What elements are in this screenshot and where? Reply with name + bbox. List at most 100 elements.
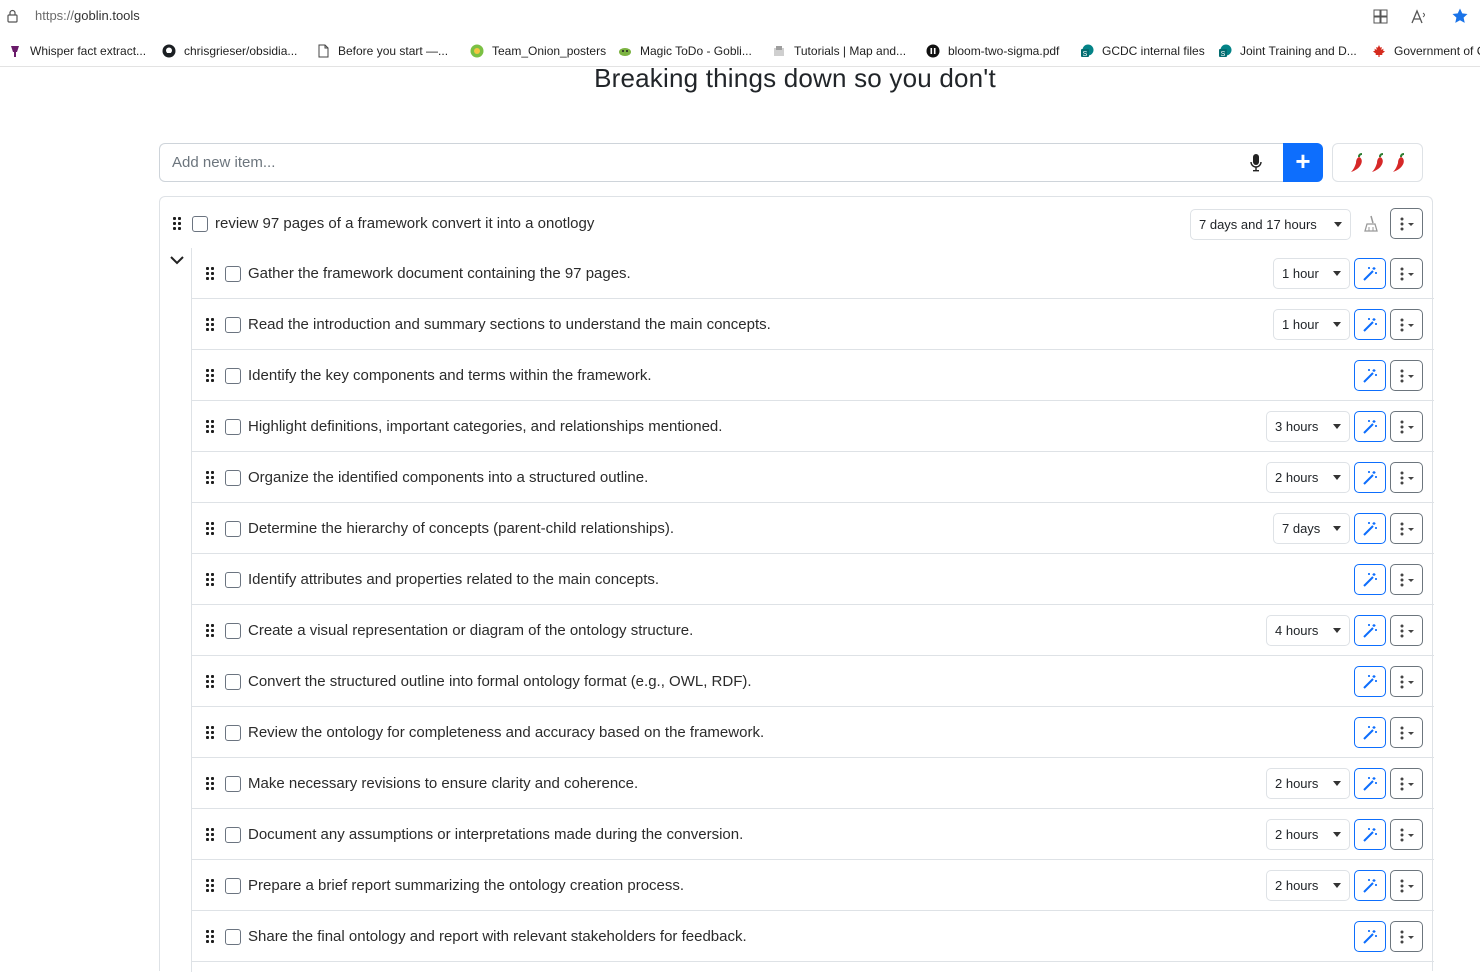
microphone-icon[interactable] (1249, 153, 1263, 173)
bookmark-magic-todo[interactable]: Magic ToDo - Gobli... (618, 42, 752, 60)
subtask-menu-button[interactable] (1390, 717, 1423, 748)
magic-breakdown-button[interactable] (1354, 462, 1386, 493)
favorite-star-icon[interactable] (1451, 7, 1469, 25)
duration-dropdown[interactable]: 1 hour (1273, 258, 1350, 289)
drag-handle-icon[interactable] (206, 675, 215, 688)
bookmark-gcdc[interactable]: S GCDC internal files (1080, 42, 1205, 60)
drag-handle-icon[interactable] (206, 777, 215, 790)
subtask-menu-button[interactable] (1390, 513, 1423, 544)
drag-handle-icon[interactable] (206, 726, 215, 739)
subtask-menu-button[interactable] (1390, 564, 1423, 595)
duration-dropdown[interactable]: 7 days and 17 hours (1190, 209, 1351, 240)
subtask-text[interactable]: Identify attributes and properties relat… (248, 571, 659, 588)
subtask-menu-button[interactable] (1390, 921, 1423, 952)
drag-handle-icon[interactable] (206, 471, 215, 484)
clean-icon[interactable] (1361, 214, 1381, 234)
duration-dropdown[interactable]: 2 hours (1266, 768, 1350, 799)
subtask-text[interactable]: Create a visual representation or diagra… (248, 622, 693, 639)
subtask-menu-button[interactable] (1390, 309, 1423, 340)
bookmark-whisper[interactable]: Whisper fact extract... (8, 42, 146, 60)
magic-breakdown-button[interactable] (1354, 921, 1386, 952)
subtask-text[interactable]: Document any assumptions or interpretati… (248, 826, 743, 843)
subtask-text[interactable]: Determine the hierarchy of concepts (par… (248, 520, 674, 537)
subtask-text[interactable]: Review the ontology for completeness and… (248, 724, 764, 741)
subtask-text[interactable]: Read the introduction and summary sectio… (248, 316, 771, 333)
drag-handle-icon[interactable] (206, 267, 215, 280)
subtask-text[interactable]: Share the final ontology and report with… (248, 928, 747, 945)
subtask-menu-button[interactable] (1390, 768, 1423, 799)
subtask-checkbox[interactable] (225, 827, 241, 843)
bookmark-team-onion[interactable]: Team_Onion_posters (470, 42, 606, 60)
magic-breakdown-button[interactable] (1354, 564, 1386, 595)
magic-breakdown-button[interactable] (1354, 666, 1386, 697)
subtask-menu-button[interactable] (1390, 870, 1423, 901)
subtask-text[interactable]: Identify the key components and terms wi… (248, 367, 652, 384)
spiciness-button[interactable] (1332, 143, 1423, 182)
subtask-menu-button[interactable] (1390, 462, 1423, 493)
bookmark-government[interactable]: Government of C (1372, 42, 1480, 60)
duration-dropdown[interactable]: 7 days (1273, 513, 1350, 544)
magic-breakdown-button[interactable] (1354, 360, 1386, 391)
magic-breakdown-button[interactable] (1354, 411, 1386, 442)
add-item-input[interactable] (159, 143, 1283, 182)
bookmark-bloom-pdf[interactable]: bloom-two-sigma.pdf (926, 42, 1059, 60)
subtask-checkbox[interactable] (225, 368, 241, 384)
drag-handle-icon[interactable] (206, 879, 215, 892)
drag-handle-icon[interactable] (206, 420, 215, 433)
task-menu-button[interactable] (1390, 208, 1423, 239)
drag-handle-icon[interactable] (206, 828, 215, 841)
magic-breakdown-button[interactable] (1354, 615, 1386, 646)
subtask-menu-button[interactable] (1390, 258, 1423, 289)
subtask-text[interactable]: Organize the identified components into … (248, 469, 648, 486)
subtask-checkbox[interactable] (225, 470, 241, 486)
magic-breakdown-button[interactable] (1354, 309, 1386, 340)
duration-dropdown[interactable]: 2 hours (1266, 870, 1350, 901)
bookmark-tutorials[interactable]: Tutorials | Map and... (772, 42, 906, 60)
subtask-menu-button[interactable] (1390, 666, 1423, 697)
subtask-menu-button[interactable] (1390, 360, 1423, 391)
magic-breakdown-button[interactable] (1354, 717, 1386, 748)
subtask-checkbox[interactable] (225, 725, 241, 741)
drag-handle-icon[interactable] (206, 930, 215, 943)
bookmark-joint-training[interactable]: S Joint Training and D... (1218, 42, 1357, 60)
bookmark-github[interactable]: chrisgrieser/obsidia... (162, 42, 297, 60)
task-checkbox[interactable] (192, 216, 208, 232)
subtask-checkbox[interactable] (225, 521, 241, 537)
subtask-checkbox[interactable] (225, 572, 241, 588)
task-text[interactable]: review 97 pages of a framework convert i… (215, 215, 594, 232)
drag-handle-icon[interactable] (173, 217, 182, 230)
subtask-checkbox[interactable] (225, 317, 241, 333)
magic-breakdown-button[interactable] (1354, 513, 1386, 544)
subtask-checkbox[interactable] (225, 266, 241, 282)
subtask-menu-button[interactable] (1390, 411, 1423, 442)
subtask-menu-button[interactable] (1390, 615, 1423, 646)
drag-handle-icon[interactable] (206, 624, 215, 637)
drag-handle-icon[interactable] (206, 573, 215, 586)
duration-dropdown[interactable]: 3 hours (1266, 411, 1350, 442)
drag-handle-icon[interactable] (206, 522, 215, 535)
subtask-checkbox[interactable] (225, 878, 241, 894)
subtask-checkbox[interactable] (225, 674, 241, 690)
subtask-text[interactable]: Highlight definitions, important categor… (248, 418, 722, 435)
duration-dropdown[interactable]: 4 hours (1266, 615, 1350, 646)
subtask-menu-button[interactable] (1390, 819, 1423, 850)
duration-dropdown[interactable]: 2 hours (1266, 462, 1350, 493)
chevron-down-icon[interactable] (169, 254, 185, 266)
url-text[interactable]: https://goblin.tools (35, 8, 140, 23)
subtask-checkbox[interactable] (225, 929, 241, 945)
subtask-text[interactable]: Prepare a brief report summarizing the o… (248, 877, 684, 894)
magic-breakdown-button[interactable] (1354, 819, 1386, 850)
subtask-text[interactable]: Gather the framework document containing… (248, 265, 631, 282)
subtask-text[interactable]: Make necessary revisions to ensure clari… (248, 775, 638, 792)
drag-handle-icon[interactable] (206, 369, 215, 382)
add-item-button[interactable]: + (1283, 143, 1323, 182)
drag-handle-icon[interactable] (206, 318, 215, 331)
magic-breakdown-button[interactable] (1354, 768, 1386, 799)
subtask-checkbox[interactable] (225, 419, 241, 435)
subtask-checkbox[interactable] (225, 776, 241, 792)
duration-dropdown[interactable]: 1 hour (1273, 309, 1350, 340)
magic-breakdown-button[interactable] (1354, 870, 1386, 901)
address-bar[interactable]: https://goblin.tools (0, 0, 1480, 34)
grid-icon[interactable] (1371, 7, 1389, 25)
read-aloud-icon[interactable] (1411, 7, 1429, 25)
